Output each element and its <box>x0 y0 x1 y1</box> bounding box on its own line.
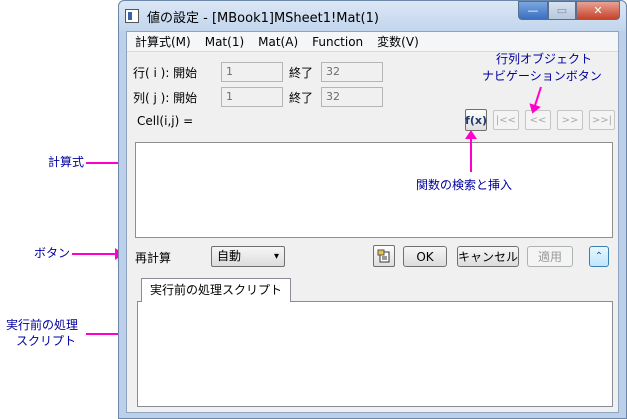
nav-last-button[interactable]: >>| <box>589 110 615 130</box>
cell-label: Cell(i,j) = <box>137 114 194 128</box>
row-end-label: 終了 <box>289 66 314 80</box>
minimize-button[interactable]: — <box>518 1 548 20</box>
app-icon <box>125 9 139 23</box>
function-search-button[interactable]: f(x) <box>465 109 487 131</box>
chevron-down-icon: ▾ <box>273 251 279 262</box>
nav-next-button[interactable]: >> <box>557 110 583 130</box>
menu-bar: 計算式(M) Mat(1) Mat(A) Function 変数(V) <box>127 32 618 52</box>
menu-mata[interactable]: Mat(A) <box>258 35 298 49</box>
before-script-editor[interactable] <box>137 301 613 407</box>
window-title: 値の設定 - [MBook1]MSheet1!Mat(1) <box>147 11 379 26</box>
ok-button[interactable]: OK <box>403 246 447 267</box>
col-start-field[interactable]: 1 <box>221 87 283 107</box>
function-search-icon: f(x) <box>465 113 487 127</box>
col-end-field[interactable]: 32 <box>321 87 383 107</box>
row-start-field[interactable]: 1 <box>221 62 283 82</box>
annotation-arrow-buttons <box>72 248 124 260</box>
annotation-find: 関数の検索と挿入 <box>416 178 513 192</box>
canvas: 計算式 ボタン 実行前の処理 スクリプト 値の設定 - [MBook1]MShe… <box>0 0 627 419</box>
annotation-buttons: ボタン <box>34 246 71 260</box>
recalc-label: 再計算 <box>135 251 172 265</box>
menu-function[interactable]: Function <box>312 35 363 49</box>
annotation-script-line2: スクリプト <box>16 334 77 348</box>
nav-first-button[interactable]: |<< <box>493 110 519 130</box>
annotation-formula: 計算式 <box>48 155 85 169</box>
annotation-nav-line1: 行列オブジェクト <box>496 52 593 66</box>
recalc-select[interactable]: 自動 ▾ <box>211 246 285 267</box>
collapse-button[interactable]: ⌃ <box>589 246 609 267</box>
tab-before-script[interactable]: 実行前の処理スクリプト <box>141 278 292 302</box>
menu-variables[interactable]: 変数(V) <box>377 33 419 50</box>
close-button[interactable]: ✕ <box>576 1 620 20</box>
menu-formula[interactable]: 計算式(M) <box>135 33 191 50</box>
script-window-button[interactable] <box>373 245 395 267</box>
recalc-value: 自動 <box>217 249 242 263</box>
apply-button[interactable]: 適用 <box>527 246 573 267</box>
cancel-button[interactable]: キャンセル <box>457 246 519 267</box>
chevron-up-icon: ⌃ <box>594 251 604 262</box>
row-range-label: 行( i ): 開始 <box>133 66 198 80</box>
maximize-button[interactable]: ▭ <box>548 1 576 20</box>
formula-editor[interactable] <box>135 142 613 238</box>
row-end-field[interactable]: 32 <box>321 62 383 82</box>
dialog-client: 計算式(M) Mat(1) Mat(A) Function 変数(V) 行( i… <box>126 31 619 413</box>
menu-mat1[interactable]: Mat(1) <box>205 35 244 49</box>
col-range-label: 列( j ): 開始 <box>133 91 198 105</box>
annotation-nav-line2: ナビゲーションボタン <box>482 69 602 83</box>
col-end-label: 終了 <box>289 91 314 105</box>
title-bar[interactable]: 値の設定 - [MBook1]MSheet1!Mat(1) — ▭ ✕ <box>119 1 626 31</box>
annotation-arrow-find <box>465 130 477 172</box>
window-controls: — ▭ ✕ <box>518 1 620 21</box>
script-icon <box>377 249 390 263</box>
annotation-script-line1: 実行前の処理 <box>6 318 79 332</box>
